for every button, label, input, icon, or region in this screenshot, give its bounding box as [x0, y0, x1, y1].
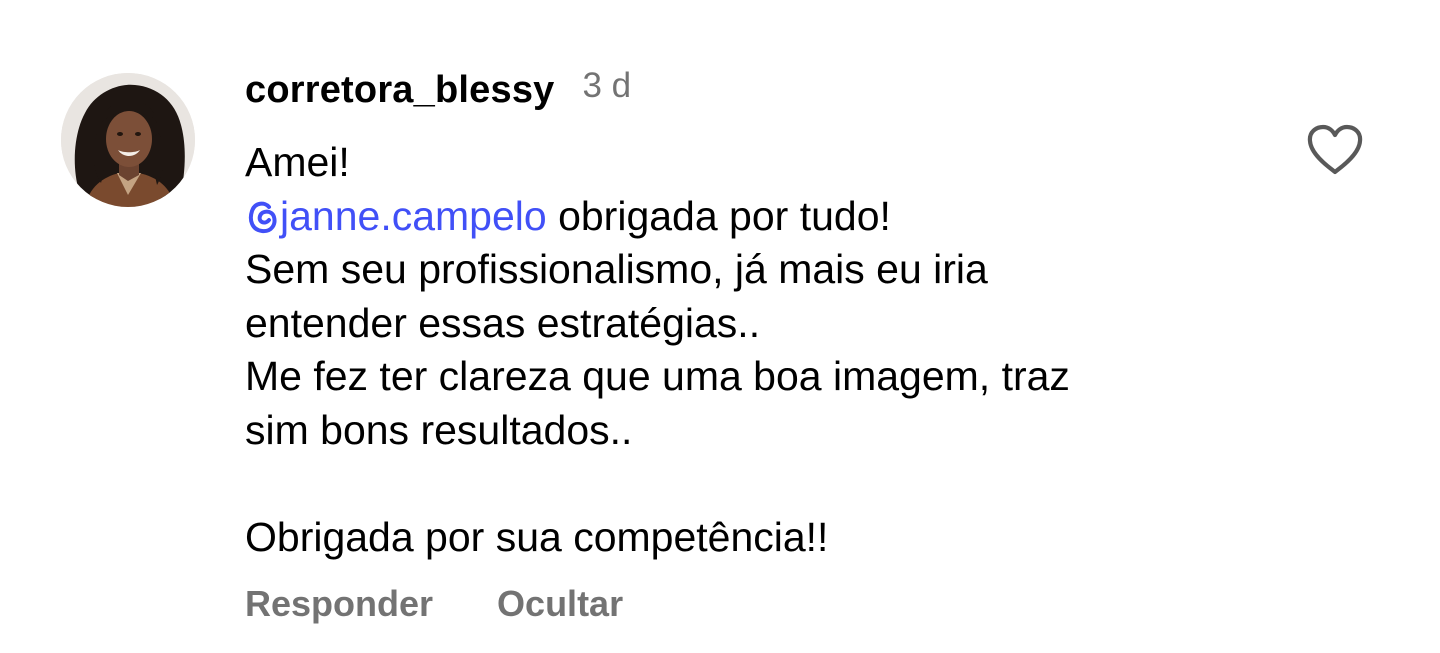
reply-button[interactable]: Responder: [245, 583, 433, 625]
heart-outline-icon: [1307, 124, 1363, 175]
comment-line: Amei!: [245, 136, 1265, 190]
comment-line: Obrigada por sua competência!!: [245, 511, 1265, 565]
comment-line: Sem seu profissionalismo, já mais eu iri…: [245, 243, 1265, 297]
comment-text: Amei! janne.campelo obrigada por tudo! S…: [245, 136, 1265, 564]
comment-line-text: obrigada por tudo!: [546, 192, 891, 239]
comment-line: janne.campelo obrigada por tudo!: [245, 190, 1265, 244]
comment-line-text: entender essas estratégias..: [245, 299, 761, 346]
comment-line-text: Me fez ter clareza que uma boa imagem, t…: [245, 353, 1070, 399]
comment-line-text: Sem seu profissionalismo, já mais eu iri…: [245, 246, 988, 292]
comment-actions: Responder Ocultar: [245, 580, 623, 628]
comment-line-text: sim bons resultados..: [245, 406, 633, 453]
avatar[interactable]: [61, 73, 195, 207]
comment-line: Me fez ter clareza que uma boa imagem, t…: [245, 350, 1265, 404]
comment-line: entender essas estratégias..: [245, 297, 1265, 351]
comment-line-text: Obrigada por sua competência!!: [245, 513, 829, 560]
mention-text: janne.campelo: [280, 192, 547, 239]
timestamp: 3 d: [582, 66, 632, 105]
username[interactable]: corretora_blessy: [245, 69, 554, 112]
comment: corretora_blessy 3 d Amei! janne.campelo…: [0, 0, 1440, 653]
comment-line: sim bons resultados..: [245, 404, 1265, 458]
hide-button[interactable]: Ocultar: [497, 583, 623, 625]
comment-header: corretora_blessy 3 d: [245, 66, 631, 114]
comment-line-text: Amei!: [245, 139, 350, 185]
like-button[interactable]: [1306, 124, 1364, 176]
profile-photo: [61, 73, 195, 207]
threads-icon: [245, 196, 279, 234]
mention-link[interactable]: janne.campelo: [245, 193, 547, 239]
